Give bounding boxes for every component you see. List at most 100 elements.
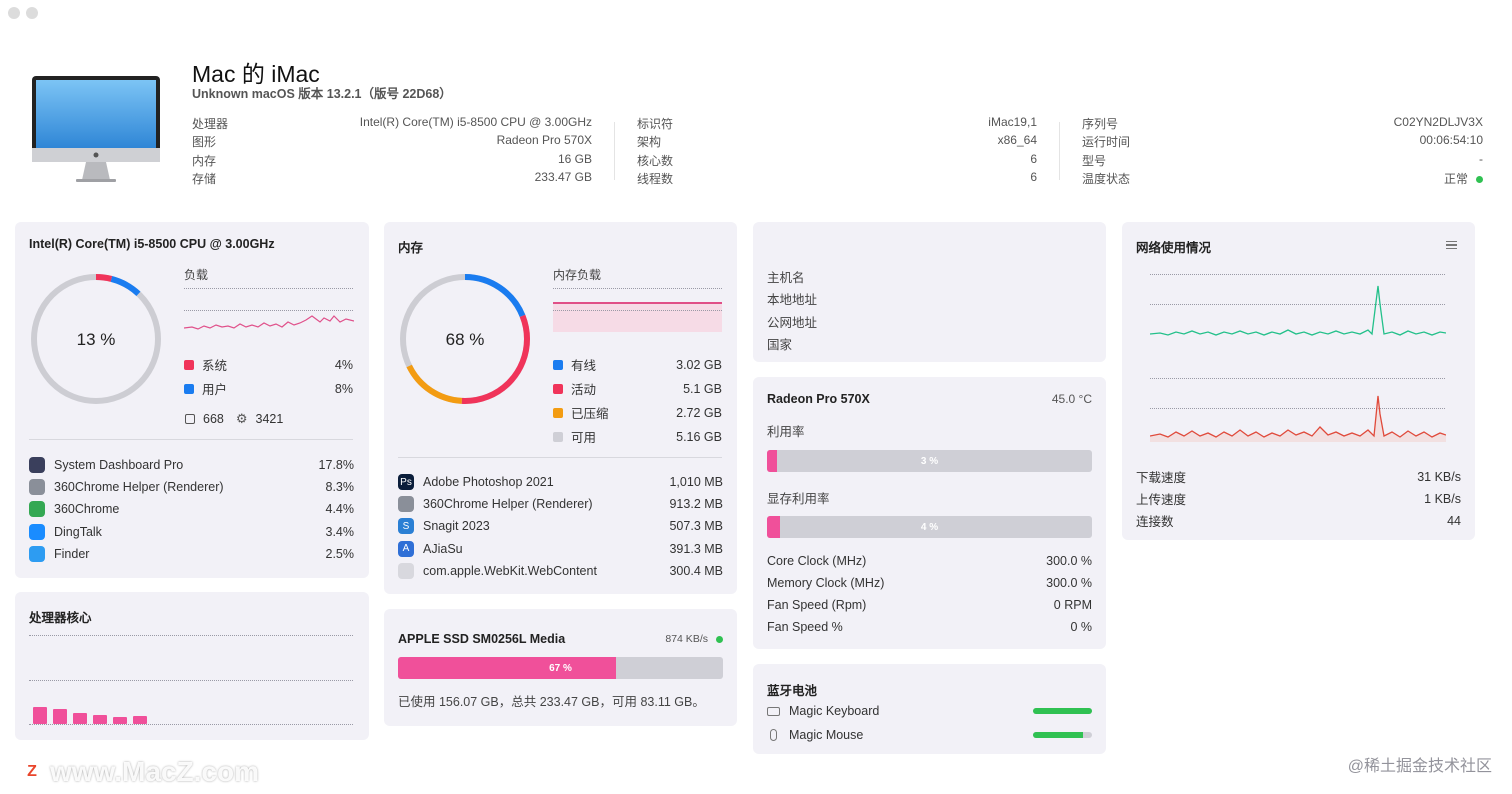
cpu-card: Intel(R) Core(TM) i5-8500 CPU @ 3.00GHz … — [15, 222, 369, 578]
grid-line — [553, 288, 722, 289]
spec-row: 架构 x86_64 — [637, 133, 1037, 151]
process-name: Snagit 2023 — [423, 519, 490, 534]
spec-label: 线程数 — [637, 171, 674, 186]
grid-line — [184, 288, 353, 289]
process-name: Finder — [54, 546, 90, 561]
network-info-card: 主机名 本地地址 公网地址 国家 — [753, 222, 1106, 362]
legend-row: 活动 5.1 GB — [553, 379, 722, 398]
status-dot — [716, 635, 723, 643]
bluetooth-device-row: Magic Keyboard — [767, 704, 1092, 718]
memory-load-label: 内存负载 — [553, 268, 602, 282]
legend-label-wrap: 系统 — [184, 355, 227, 374]
spec-value: Intel(R) Core(TM) i5-8500 CPU @ 3.00GHz — [359, 115, 592, 129]
legend-swatch — [553, 383, 563, 394]
grid-line — [553, 310, 722, 311]
cpu-load-sparkline — [184, 315, 354, 330]
disk-card: APPLE SSD SM0256L Media 874 KB/s 67 % 已使… — [384, 609, 737, 726]
gpu-vram-label: 显存利用率 — [767, 492, 830, 506]
hostname-label: 主机名 — [767, 271, 805, 285]
gpu-stat-row: Fan Speed % 0 % — [767, 620, 1092, 634]
core-bar — [113, 717, 127, 724]
gpu-vram-label-wrap: 4 % — [767, 516, 1092, 538]
network-usage-card: 网络使用情况 下载速度 31 KB/s 上传速度 1 KB/s 连接数 44 — [1122, 222, 1475, 540]
spec-value: 6 — [1030, 169, 1037, 184]
download-chart — [1150, 285, 1446, 336]
process-value: 507.3 MB — [669, 519, 723, 534]
grid-line — [1150, 378, 1445, 379]
spec-label: 内存 — [192, 153, 217, 168]
legend-row: 用户 8% — [184, 379, 353, 398]
menu-icon[interactable] — [1446, 241, 1457, 249]
gpu-stat-value: 0 RPM — [1053, 598, 1092, 612]
process-value: 17.8% — [318, 458, 354, 472]
process-name: com.apple.WebKit.WebContent — [423, 563, 597, 578]
divider — [1059, 122, 1060, 180]
gpu-stat-row: Fan Speed (Rpm) 0 RPM — [767, 598, 1092, 612]
process-label-wrap: S Snagit 2023 — [398, 518, 490, 535]
spec-column-system: 标识符 iMac19,1 架构 x86_64 核心数 6 线程数 6 — [637, 115, 1037, 188]
network-stat-value: 44 — [1447, 513, 1461, 528]
spec-column-hardware: 处理器 Intel(R) Core(TM) i5-8500 CPU @ 3.00G… — [192, 115, 592, 188]
gpu-stat-label: Fan Speed % — [767, 620, 843, 634]
gpu-stat-value: 0 % — [1070, 620, 1092, 634]
legend-value: 5.1 GB — [683, 381, 722, 396]
helper-icon — [398, 496, 414, 513]
device-label-wrap: Magic Mouse — [767, 728, 863, 742]
process-label-wrap: com.apple.WebKit.WebContent — [398, 562, 597, 579]
credit-text: @稀土掘金技术社区 — [1347, 758, 1492, 775]
bluetooth-title: 蓝牙电池 — [767, 684, 818, 698]
process-value: 8.3% — [325, 480, 355, 495]
upload-line — [1150, 395, 1446, 438]
gpu-stat-label: Core Clock (MHz) — [767, 554, 867, 568]
spec-label: 运行时间 — [1082, 135, 1131, 150]
grid-line — [29, 680, 353, 681]
battery-fill — [1033, 708, 1092, 714]
battery-fill — [1033, 732, 1084, 738]
spec-label: 存储 — [192, 171, 217, 186]
process-name: System Dashboard Pro — [54, 458, 184, 472]
process-label-wrap: 360Chrome Helper (Renderer) — [29, 479, 224, 496]
memory-load-area — [553, 302, 722, 332]
spec-row: 图形 Radeon Pro 570X — [192, 133, 592, 151]
legend-value: 4% — [334, 357, 353, 372]
helper-icon — [29, 479, 45, 496]
process-value: 1,010 MB — [669, 475, 723, 489]
minimize-window-button[interactable] — [26, 7, 38, 19]
process-row: 360Chrome 4.4% — [29, 501, 354, 518]
local-address-label: 本地地址 — [767, 293, 818, 308]
network-stat-value: 31 KB/s — [1417, 469, 1461, 484]
network-stat-value: 1 KB/s — [1424, 491, 1461, 506]
core-bar — [93, 715, 107, 724]
network-stat-label: 连接数 — [1136, 515, 1174, 529]
memory-gauge: 68 % — [400, 274, 530, 404]
gpu-temperature: 45.0 °C — [1051, 392, 1092, 406]
legend-row: 可用 5.16 GB — [553, 427, 722, 446]
close-window-button[interactable] — [8, 7, 20, 19]
process-row: S Snagit 2023 507.3 MB — [398, 518, 723, 535]
legend-label-wrap: 已压缩 — [553, 403, 609, 422]
download-line — [1150, 285, 1446, 336]
process-value: 3.4% — [325, 524, 355, 539]
grid-line — [1150, 274, 1445, 275]
battery-bar — [1033, 732, 1092, 738]
legend-row: 有线 3.02 GB — [553, 355, 722, 374]
process-label-wrap: 360Chrome Helper (Renderer) — [398, 496, 593, 513]
spec-label: 型号 — [1082, 153, 1107, 168]
battery-bar — [1033, 708, 1092, 714]
ajiasu-icon: A — [398, 540, 414, 557]
thread-count: 668 — [203, 412, 224, 426]
cores-card: 处理器核心 — [15, 592, 369, 740]
spec-label: 温度状态 — [1082, 171, 1131, 186]
core-bar — [33, 707, 47, 724]
legend-label: 可用 — [571, 431, 597, 445]
load-line — [184, 315, 354, 330]
thermal-state-text: 正常 — [1443, 171, 1468, 186]
legend-label-wrap: 活动 — [553, 379, 596, 398]
spec-row: 运行时间 00:06:54:10 — [1082, 133, 1483, 151]
spec-row: 内存 16 GB — [192, 152, 592, 170]
divider — [614, 122, 615, 180]
process-value: 2.5% — [325, 546, 355, 561]
network-info-list: 主机名 本地地址 公网地址 国家 — [767, 267, 817, 356]
dashboard-icon — [29, 457, 45, 473]
gpu-vram-bar: 4 % — [767, 516, 1092, 538]
